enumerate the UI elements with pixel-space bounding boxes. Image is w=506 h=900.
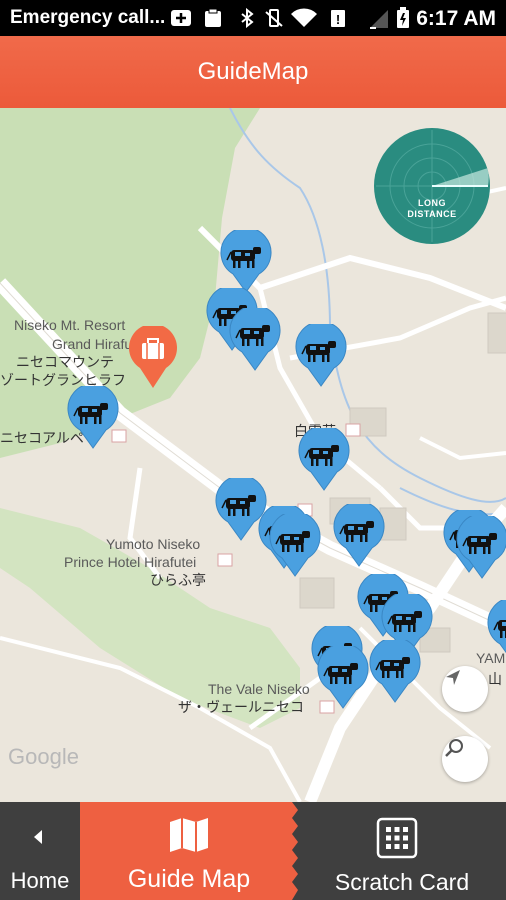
cow-pin[interactable] (219, 230, 273, 294)
map-label-niseko-jp1: ニセコマウンテ (16, 354, 114, 370)
bluetooth-icon (238, 8, 256, 28)
cow-pin[interactable] (316, 646, 370, 710)
status-notification-text: Emergency call... (10, 7, 166, 28)
radar-label-line1: LONG (418, 198, 446, 208)
search-icon (445, 739, 463, 757)
distance-radar[interactable]: LONG DISTANCE (374, 128, 490, 244)
back-arrow-icon (34, 830, 42, 844)
map-search-button[interactable] (442, 736, 488, 782)
map-label-yumoto-en1: Yumoto Niseko (106, 536, 201, 552)
tab-home-label: Home (10, 868, 70, 893)
poi-pin[interactable] (126, 326, 180, 390)
navigation-arrow-icon (446, 670, 460, 685)
wifi-icon (290, 8, 318, 28)
cow-icon (220, 230, 272, 293)
map-label-yumoto-jp: ひらふ亭 (150, 572, 206, 588)
bottom-tab-bar: Home Guide Map Scratch Card (0, 802, 506, 900)
cow-pin[interactable] (368, 640, 422, 704)
google-attribution: Google (8, 744, 79, 769)
map-label-niseko-en2: Grand Hirafu (52, 336, 133, 352)
status-bar: Emergency call... ! 6:17 AM (0, 0, 506, 36)
clipboard-icon (202, 8, 224, 28)
cow-pin[interactable] (297, 428, 351, 492)
cow-pin[interactable] (455, 516, 506, 580)
cow-icon (269, 514, 321, 577)
cow-icon (369, 640, 421, 703)
suitcase-icon (129, 326, 177, 388)
cow-icon (295, 324, 347, 387)
map-view[interactable]: Niseko Mt. Resort Grand Hirafu ニセコマウンテ ゾ… (0, 108, 506, 802)
cow-icon (229, 308, 281, 371)
cow-icon (333, 504, 385, 567)
cow-icon (317, 646, 369, 709)
cow-pin[interactable] (294, 324, 348, 388)
signal-icon (368, 9, 390, 34)
map-label-yam-jp: 山 (488, 671, 502, 687)
vibrate-icon (264, 8, 284, 28)
cow-pin[interactable] (268, 514, 322, 578)
tab-home[interactable]: Home (0, 802, 80, 900)
status-icons: ! (170, 8, 370, 28)
cow-pin[interactable] (332, 504, 386, 568)
map-label-niseko-en1: Niseko Mt. Resort (14, 317, 126, 333)
tab-scratch-card[interactable]: Scratch Card (298, 802, 506, 900)
cow-icon (298, 428, 350, 491)
locate-button[interactable] (442, 666, 488, 712)
page-title: GuideMap (197, 58, 309, 85)
tab-guide-map[interactable]: Guide Map (80, 802, 298, 900)
message-icon (170, 8, 192, 28)
tab-guide-map-label: Guide Map (127, 865, 251, 893)
alert-icon: ! (330, 8, 346, 28)
cow-icon (487, 600, 506, 654)
app-header: GuideMap (0, 36, 506, 108)
map-label-vale-en: The Vale Niseko (208, 681, 310, 697)
cow-pin[interactable] (486, 600, 506, 664)
svg-text:!: ! (336, 12, 340, 27)
radar-label-line2: DISTANCE (407, 209, 457, 219)
radar-label: LONG DISTANCE (374, 198, 490, 220)
grid-icon (376, 817, 418, 859)
map-label-yumoto-en2: Prince Hotel Hirafutei (64, 554, 197, 570)
cow-pin[interactable] (66, 386, 120, 450)
radar-icon (376, 130, 489, 242)
cow-icon (67, 386, 119, 449)
cow-pin[interactable] (228, 308, 282, 372)
cow-icon (456, 516, 506, 579)
tab-scratch-card-label: Scratch Card (334, 869, 470, 895)
battery-icon (396, 7, 410, 34)
status-time: 6:17 AM (416, 7, 496, 30)
map-icon (170, 818, 208, 852)
map-label-vale-jp: ザ・ヴェールニセコ (178, 699, 304, 715)
